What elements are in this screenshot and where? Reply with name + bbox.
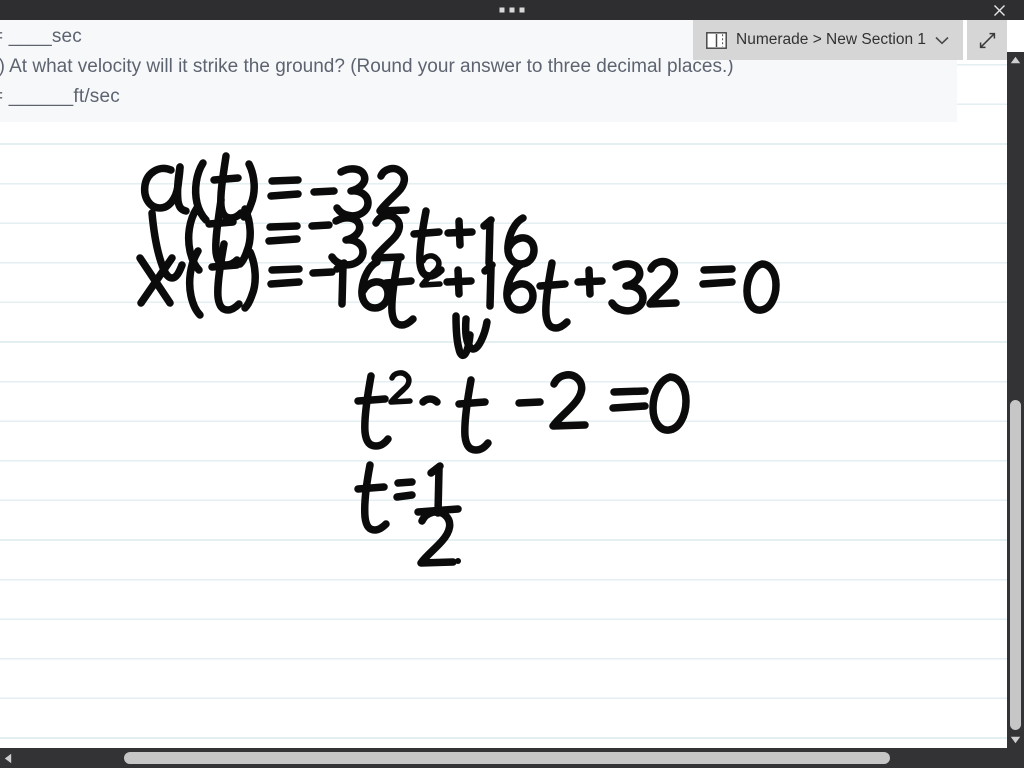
scroll-up-button[interactable]	[1007, 53, 1024, 67]
caret-down-icon	[1010, 736, 1021, 744]
horizontal-scrollbar-thumb[interactable]	[124, 752, 890, 764]
scrollbar-corner	[1007, 748, 1024, 768]
exponent-two-x	[419, 253, 443, 288]
drag-dot	[499, 7, 505, 13]
chevron-down-icon	[935, 36, 949, 45]
expand-diagonal-icon	[979, 32, 995, 48]
vertical-scrollbar[interactable]	[1007, 52, 1024, 748]
exponent-two-t	[388, 370, 413, 405]
question-answer-line-b: = ______ft/sec	[0, 86, 120, 107]
drag-dot	[509, 7, 515, 13]
handwriting-layer	[0, 20, 1007, 748]
scroll-left-button[interactable]	[1, 748, 15, 768]
notebook-selector-button[interactable]: Numerade > New Section 1	[693, 20, 963, 60]
close-icon	[993, 4, 1005, 16]
caret-up-icon	[1010, 56, 1021, 64]
ruled-lines	[0, 20, 1007, 748]
drag-dot	[519, 7, 525, 13]
notebook-path-label: Numerade > New Section 1	[736, 31, 926, 48]
horizontal-scrollbar[interactable]	[0, 748, 1024, 768]
app-window: = ____sec b) At what velocity will it st…	[0, 0, 1024, 768]
ink-dot	[455, 558, 461, 564]
window-titlebar[interactable]	[0, 0, 1024, 20]
close-button[interactable]	[982, 0, 1016, 20]
handwriting-strokes	[136, 152, 780, 567]
expand-button[interactable]	[967, 20, 1007, 60]
notebook-icon	[705, 31, 727, 49]
vertical-scrollbar-thumb[interactable]	[1010, 400, 1021, 730]
note-canvas[interactable]: = ____sec b) At what velocity will it st…	[0, 20, 1007, 748]
window-drag-handle[interactable]	[499, 7, 525, 13]
caret-left-icon	[4, 753, 12, 763]
scroll-down-button[interactable]	[1007, 733, 1024, 747]
notebook-selector-bar: Numerade > New Section 1	[693, 20, 1007, 60]
